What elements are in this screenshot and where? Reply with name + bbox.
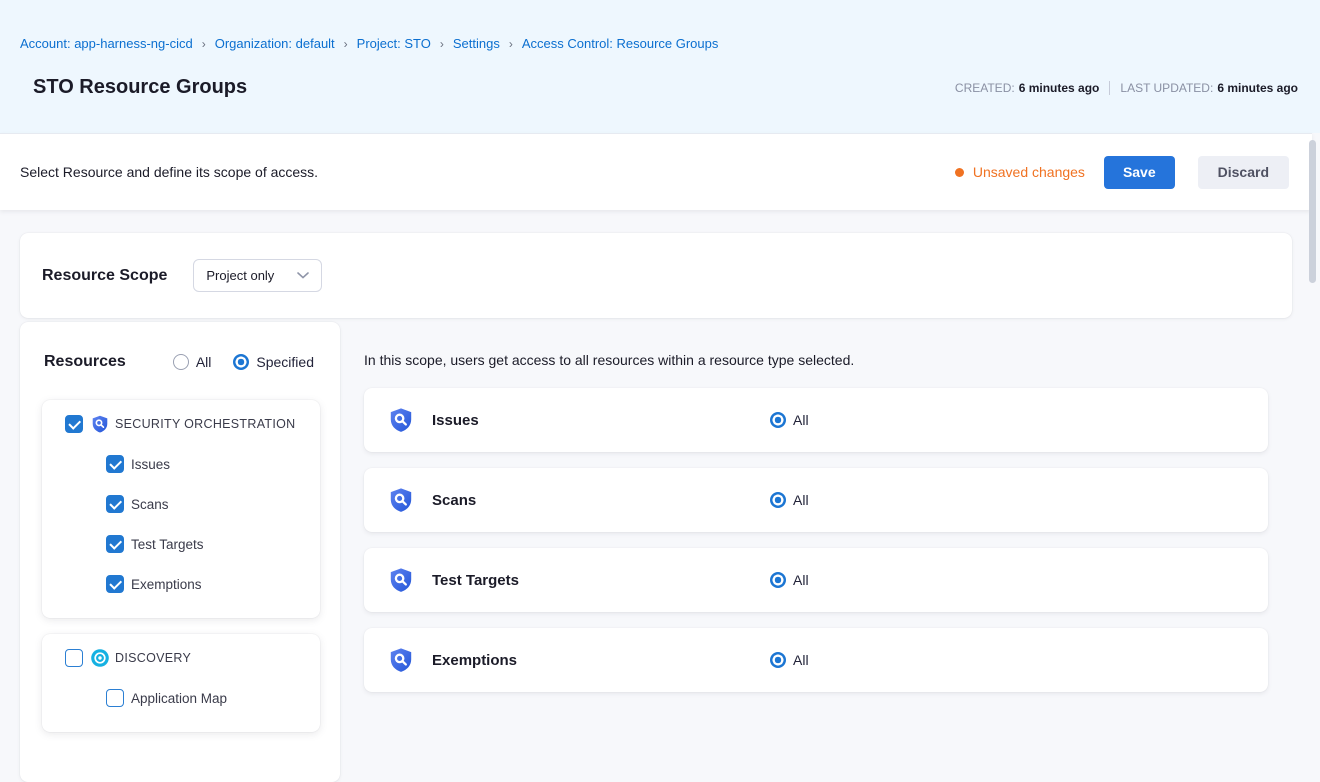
vertical-scrollbar[interactable]: [1309, 140, 1316, 283]
breadcrumb-separator-icon: ›: [440, 37, 444, 51]
security-orchestration-icon: [387, 646, 415, 674]
checkbox-test-targets[interactable]: [106, 535, 124, 553]
resource-group-label: SECURITY ORCHESTRATION: [115, 417, 295, 431]
resource-scope-select[interactable]: Project only: [193, 259, 322, 292]
meta-info: CREATED: 6 minutes ago LAST UPDATED: 6 m…: [955, 81, 1298, 95]
toolbar-description: Select Resource and define its scope of …: [20, 164, 318, 180]
access-option-label: All: [793, 492, 809, 508]
meta-divider: [1109, 81, 1110, 95]
checkbox-security-orchestration[interactable]: [65, 415, 83, 433]
scope-access-description: In this scope, users get access to all r…: [364, 352, 1268, 368]
last-updated-label: LAST UPDATED:: [1120, 81, 1213, 95]
security-orchestration-icon: [387, 486, 415, 514]
breadcrumb-separator-icon: ›: [344, 37, 348, 51]
breadcrumb-item-organization[interactable]: Organization: default: [215, 36, 335, 51]
breadcrumb-item-account[interactable]: Account: app-harness-ng-cicd: [20, 36, 193, 51]
resource-item-row-issues[interactable]: Issues: [106, 454, 320, 474]
resource-card-label: Issues: [432, 412, 770, 429]
title-row: STO Resource Groups CREATED: 6 minutes a…: [20, 76, 1298, 99]
access-all-radio-exemptions[interactable]: All: [770, 652, 809, 668]
action-toolbar: Select Resource and define its scope of …: [0, 133, 1312, 210]
scope-access-panel: In this scope, users get access to all r…: [364, 322, 1268, 782]
resource-item-label: Test Targets: [131, 537, 204, 552]
breadcrumb-separator-icon: ›: [202, 37, 206, 51]
breadcrumb-item-settings[interactable]: Settings: [453, 36, 500, 51]
resource-access-card-exemptions: Exemptions All: [364, 628, 1268, 692]
resources-panel-header: Resources All Specified: [20, 352, 340, 372]
unsaved-changes-dot-icon: [955, 168, 964, 177]
resource-item-row-test-targets[interactable]: Test Targets: [106, 534, 320, 554]
save-button[interactable]: Save: [1104, 156, 1175, 189]
resource-item-row-exemptions[interactable]: Exemptions: [106, 574, 320, 594]
resource-group-card-security-orchestration: SECURITY ORCHESTRATION Issues Scans Test Ta…: [42, 400, 320, 618]
resource-item-label: Application Map: [131, 691, 227, 706]
resource-group-card-discovery: DISCOVERY Application Map: [42, 634, 320, 732]
resource-group-label: DISCOVERY: [115, 651, 191, 665]
resources-all-radio[interactable]: All: [173, 354, 212, 370]
access-option-label: All: [793, 572, 809, 588]
radio-icon[interactable]: [770, 652, 786, 668]
checkbox-scans[interactable]: [106, 495, 124, 513]
resource-scope-selected-value: Project only: [206, 268, 274, 283]
breadcrumb-item-access-control[interactable]: Access Control: Resource Groups: [522, 36, 719, 51]
radio-icon[interactable]: [770, 492, 786, 508]
created-value: 6 minutes ago: [1019, 81, 1100, 95]
access-option-label: All: [793, 412, 809, 428]
resource-item-label: Issues: [131, 457, 170, 472]
checkbox-discovery[interactable]: [65, 649, 83, 667]
resource-item-row-scans[interactable]: Scans: [106, 494, 320, 514]
resource-scope-card: Resource Scope Project only: [20, 233, 1292, 318]
checkbox-exemptions[interactable]: [106, 575, 124, 593]
resource-card-label: Test Targets: [432, 572, 770, 589]
radio-icon[interactable]: [770, 572, 786, 588]
checkbox-application-map[interactable]: [106, 689, 124, 707]
security-orchestration-icon: [90, 414, 110, 434]
discard-button[interactable]: Discard: [1198, 156, 1289, 189]
breadcrumb: Account: app-harness-ng-cicd › Organizatio…: [20, 0, 1298, 51]
resources-panel: Resources All Specified SECURITY ORCHEST…: [20, 322, 340, 782]
security-orchestration-icon: [387, 566, 415, 594]
access-all-radio-issues[interactable]: All: [770, 412, 809, 428]
toolbar-actions: Unsaved changes Save Discard: [955, 156, 1289, 189]
resource-card-label: Exemptions: [432, 652, 770, 669]
resources-title: Resources: [44, 353, 126, 371]
resource-group-row-discovery[interactable]: DISCOVERY: [65, 648, 320, 668]
page-content: Resource Scope Project only Resources Al…: [0, 210, 1320, 782]
radio-icon[interactable]: [233, 354, 249, 370]
resource-item-label: Exemptions: [131, 577, 202, 592]
resource-access-cards: IssuesAllScansAllTest TargetsAllExemptio…: [364, 388, 1268, 692]
breadcrumb-separator-icon: ›: [509, 37, 513, 51]
resource-access-card-issues: Issues All: [364, 388, 1268, 452]
breadcrumb-item-project[interactable]: Project: STO: [357, 36, 431, 51]
radio-icon[interactable]: [173, 354, 189, 370]
access-all-radio-scans[interactable]: All: [770, 492, 809, 508]
access-all-radio-test-targets[interactable]: All: [770, 572, 809, 588]
resource-groups-list: SECURITY ORCHESTRATION Issues Scans Test Ta…: [20, 400, 340, 732]
checkbox-issues[interactable]: [106, 455, 124, 473]
resource-access-card-scans: Scans All: [364, 468, 1268, 532]
resources-section: Resources All Specified SECURITY ORCHEST…: [20, 322, 1300, 782]
created-label: CREATED:: [955, 81, 1015, 95]
resource-group-row-security-orchestration[interactable]: SECURITY ORCHESTRATION: [65, 414, 320, 434]
resources-specified-label: Specified: [256, 354, 314, 370]
access-option-label: All: [793, 652, 809, 668]
resource-scope-label: Resource Scope: [42, 267, 167, 285]
resource-access-card-test-targets: Test Targets All: [364, 548, 1268, 612]
unsaved-changes-label: Unsaved changes: [973, 164, 1085, 180]
radio-icon[interactable]: [770, 412, 786, 428]
resource-item-row-application-map[interactable]: Application Map: [106, 688, 320, 708]
page-header: Account: app-harness-ng-cicd › Organizatio…: [0, 0, 1320, 133]
chevron-down-icon: [297, 272, 309, 279]
discovery-icon: [90, 648, 110, 668]
resource-item-label: Scans: [131, 497, 169, 512]
page-title: STO Resource Groups: [33, 76, 247, 99]
last-updated-value: 6 minutes ago: [1217, 81, 1298, 95]
resources-all-label: All: [196, 354, 212, 370]
resources-specified-radio[interactable]: Specified: [233, 354, 314, 370]
resource-card-label: Scans: [432, 492, 770, 509]
security-orchestration-icon: [387, 406, 415, 434]
